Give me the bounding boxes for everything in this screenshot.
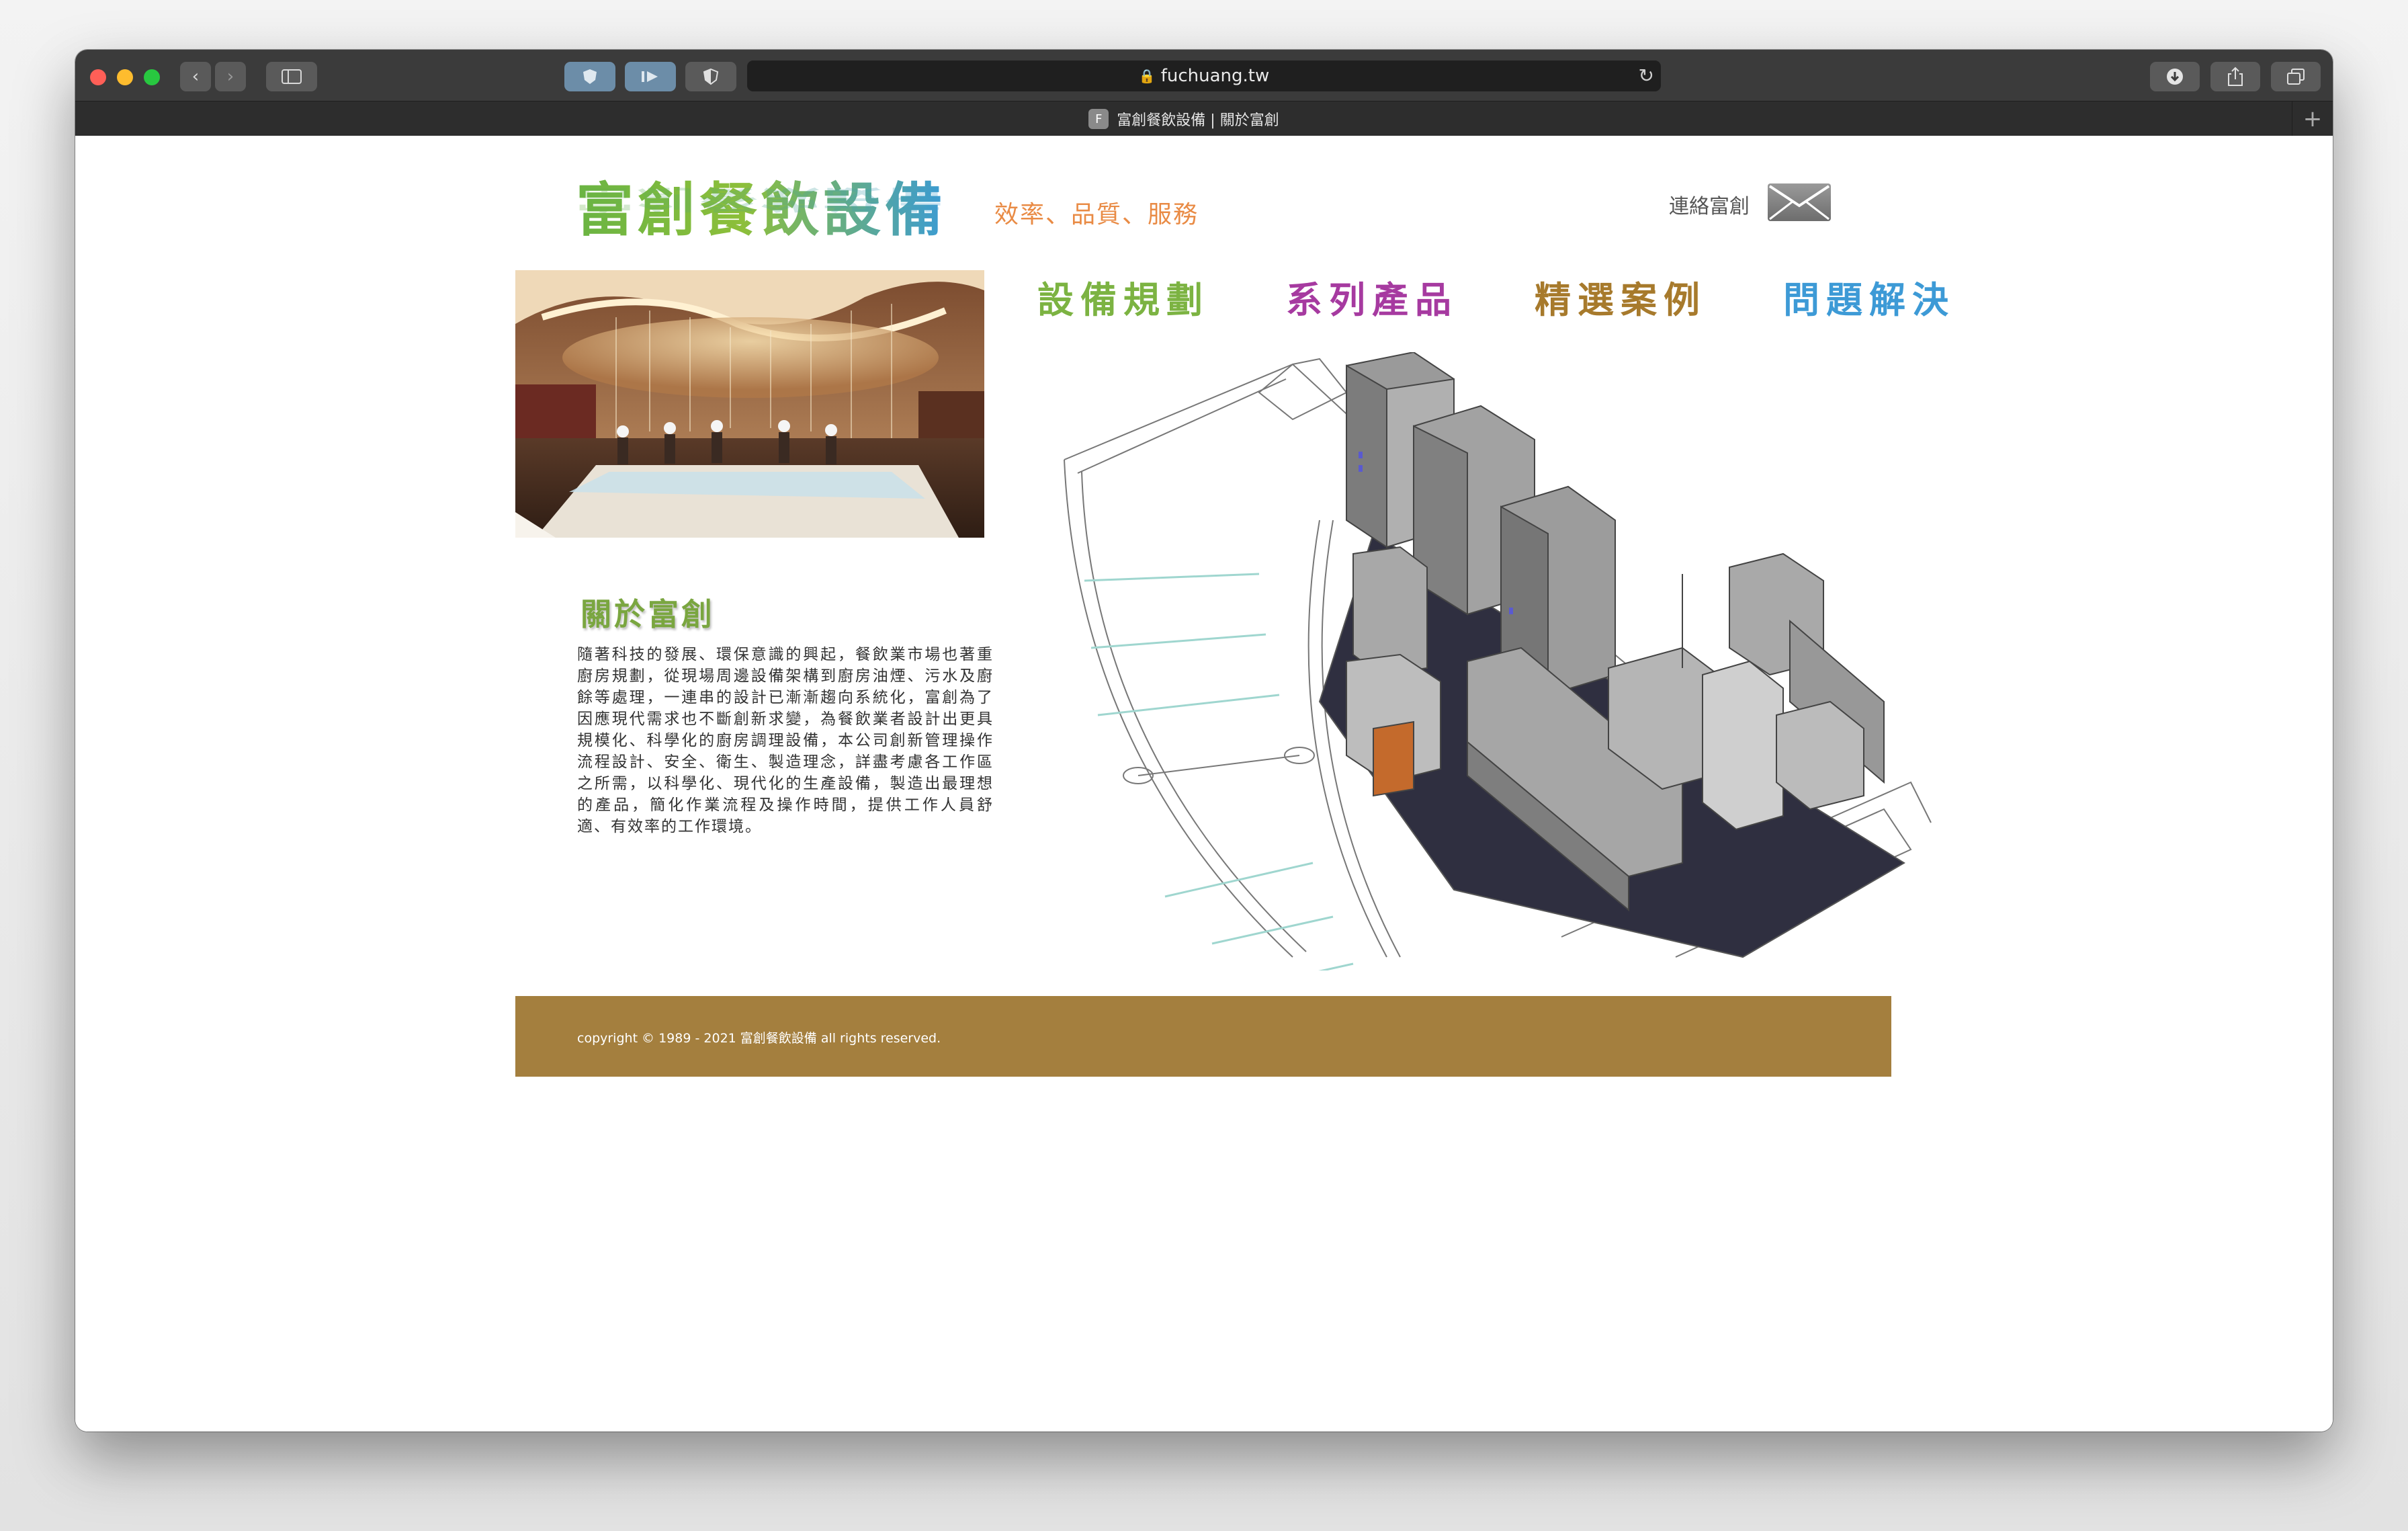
play-icon xyxy=(642,71,658,82)
tab-bar: F 富創餐飲設備 | 關於富創 + xyxy=(75,101,2333,136)
nav-problem-solving[interactable]: 問題解決 xyxy=(1783,270,1955,323)
forward-button[interactable]: › xyxy=(215,62,246,91)
plus-icon: + xyxy=(2303,106,2323,132)
about-text: 隨著科技的發展、環保意識的興起，餐飲業市場也著重廚房規劃，從現場周邊設備架構到廚… xyxy=(577,646,994,835)
tab-active[interactable]: F 富創餐飲設備 | 關於富創 xyxy=(75,101,2292,136)
lock-icon: 🔒 xyxy=(1138,68,1156,84)
url-text: fuchuang.tw xyxy=(1160,66,1270,86)
site-slogan: 效率、品質、服務 xyxy=(994,201,1199,229)
nav-equipment-planning[interactable]: 設備規劃 xyxy=(1037,270,1209,323)
contact-link[interactable]: 連絡富創 xyxy=(1669,190,1750,219)
shield-icon xyxy=(583,69,597,84)
sidebar-icon xyxy=(282,69,302,84)
nav-label: 設備規劃 xyxy=(1037,279,1209,321)
share-icon xyxy=(2228,67,2243,86)
nav-label: 精選案例 xyxy=(1535,279,1707,321)
extension-button-1[interactable] xyxy=(564,62,615,91)
zoom-window-button[interactable] xyxy=(144,69,160,85)
nav-label: 問題解決 xyxy=(1783,279,1955,321)
chevron-left-icon: ‹ xyxy=(191,67,200,87)
web-page: 富創餐飲設備 富創餐飲設備 效率、品質、服務 連絡富創 設備規劃 系列產品 精選… xyxy=(75,136,2333,1432)
tabs-overview-button[interactable] xyxy=(2271,62,2321,91)
site-footer: copyright © 1989 - 2021 富創餐飲設備 all right… xyxy=(515,996,1891,1077)
tab-title: 富創餐飲設備 | 關於富創 xyxy=(1117,112,1279,129)
browser-toolbar: ‹ › 🔒 fuchuang.tw ↻ F 富創餐飲設備 | 關於富創 + xyxy=(75,50,2333,136)
copyright-text: copyright © 1989 - 2021 富創餐飲設備 all right… xyxy=(577,1031,941,1046)
browser-window: ‹ › 🔒 fuchuang.tw ↻ F 富創餐飲設備 | 關於富創 + 富創… xyxy=(75,50,2333,1432)
kitchen-plan-illustration xyxy=(1064,352,1932,970)
hero-restaurant-photo xyxy=(515,270,984,538)
download-icon xyxy=(2167,69,2183,85)
chevron-right-icon: › xyxy=(226,67,234,87)
nav-product-series[interactable]: 系列產品 xyxy=(1286,270,1458,323)
extension-button-2[interactable] xyxy=(625,62,676,91)
favicon: F xyxy=(1088,109,1109,129)
sidebar-button[interactable] xyxy=(266,62,317,91)
nav-label: 系列產品 xyxy=(1286,279,1458,321)
close-window-button[interactable] xyxy=(90,69,106,85)
nav-featured-cases[interactable]: 精選案例 xyxy=(1535,270,1707,323)
half-shield-icon xyxy=(703,68,719,85)
minimize-window-button[interactable] xyxy=(117,69,133,85)
mail-icon[interactable] xyxy=(1767,183,1832,222)
logo-reflection: 富創餐飲設備 xyxy=(576,183,947,220)
about-title: 關於富創 xyxy=(580,596,715,632)
new-tab-button[interactable]: + xyxy=(2292,101,2333,136)
reload-icon[interactable]: ↻ xyxy=(1639,65,1654,87)
share-button[interactable] xyxy=(2210,62,2260,91)
address-bar[interactable]: 🔒 fuchuang.tw ↻ xyxy=(747,60,1661,91)
privacy-button[interactable] xyxy=(685,62,736,91)
back-button[interactable]: ‹ xyxy=(180,62,211,91)
downloads-button[interactable] xyxy=(2150,62,2200,91)
tabs-icon xyxy=(2287,69,2305,85)
